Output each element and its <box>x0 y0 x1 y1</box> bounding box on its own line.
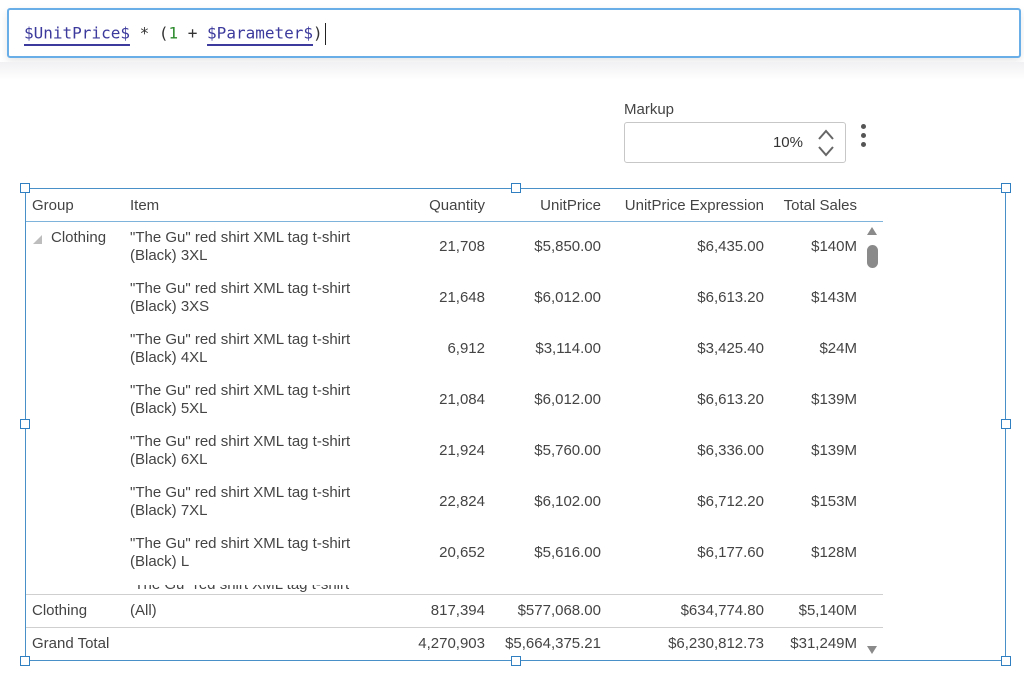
cell-expression: $6,336.00 <box>697 442 764 459</box>
formula-operator: * ( <box>129 23 169 43</box>
formula-field-parameter: $Parameter$ <box>207 23 314 43</box>
formula-editor[interactable]: $UnitPrice$ * (1 + $Parameter$) <box>7 8 1021 58</box>
cell-expression: $3,425.40 <box>697 340 764 357</box>
subtotal-quantity: 817,394 <box>430 602 485 619</box>
cell-unitprice: $6,012.00 <box>534 391 601 408</box>
resize-handle-bottom[interactable] <box>511 656 521 666</box>
formula-field-unitprice: $UnitPrice$ <box>24 23 130 43</box>
cell-item: "The Gu" red shirt XML tag t-shirt (Blac… <box>130 484 351 519</box>
grand-total-total-sales: $31,249M <box>790 635 857 652</box>
cell-item: "The Gu" red shirt XML tag t-shirt (Blac… <box>130 331 351 366</box>
cell-unitprice: $6,012.00 <box>534 289 601 306</box>
cell-unitprice: $5,760.00 <box>534 442 601 459</box>
cell-item: "The Gu" red shirt XML tag t-shirt (Blac… <box>130 280 351 315</box>
cell-item: "The Gu" red shirt XML tag t-shirt (Blac… <box>130 382 351 417</box>
scrollbar-thumb[interactable] <box>867 245 878 268</box>
grand-total-label: Grand Total <box>32 635 110 652</box>
formula-number: 1 <box>168 23 179 43</box>
column-header-unitprice[interactable]: UnitPrice <box>540 197 601 214</box>
cell-unitprice: $6,102.00 <box>534 493 601 510</box>
subtotal-expression: $634,774.80 <box>680 602 764 619</box>
column-header-total-sales[interactable]: Total Sales <box>784 197 857 214</box>
cell-quantity: 21,648 <box>439 289 485 306</box>
cell-total-sales: $24M <box>819 340 857 357</box>
markup-label: Markup <box>624 101 675 118</box>
cell-quantity: 20,652 <box>439 544 485 561</box>
column-header-quantity[interactable]: Quantity <box>429 197 485 214</box>
subtotal-unitprice: $577,068.00 <box>517 602 601 619</box>
formula-operator: + <box>178 23 208 43</box>
group-label: Clothing <box>51 229 107 246</box>
subtotal-group: Clothing <box>32 602 88 619</box>
cell-unitprice: $5,616.00 <box>534 544 601 561</box>
resize-handle-top-left[interactable] <box>20 183 30 193</box>
cell-total-sales: $128M <box>811 544 857 561</box>
header-divider <box>26 221 883 222</box>
cell-total-sales: $143M <box>811 289 857 306</box>
cell-quantity: 21,924 <box>439 442 485 459</box>
cell-quantity: 21,708 <box>439 238 485 255</box>
grand-total-unitprice: $5,664,375.21 <box>505 635 601 652</box>
cell-total-sales: $153M <box>811 493 857 510</box>
markup-value: 10% <box>772 134 803 151</box>
resize-handle-right[interactable] <box>1001 419 1011 429</box>
divider-band <box>0 62 1024 80</box>
resize-handle-top[interactable] <box>511 183 521 193</box>
cell-expression: $6,613.20 <box>697 289 764 306</box>
formula-close-paren: ) <box>313 23 323 43</box>
grand-total-divider <box>26 627 883 628</box>
cell-expression: $6,177.60 <box>697 544 764 561</box>
collapse-triangle-icon[interactable] <box>33 235 42 244</box>
resize-handle-bottom-left[interactable] <box>20 656 30 666</box>
grand-total-expression: $6,230,812.73 <box>668 635 764 652</box>
cell-expression: $6,613.20 <box>697 391 764 408</box>
markup-stepper[interactable]: 10% <box>624 122 846 163</box>
subtotal-divider <box>26 594 883 595</box>
cell-quantity: 21,084 <box>439 391 485 408</box>
resize-handle-top-right[interactable] <box>1001 183 1011 193</box>
cell-item: "The Gu" red shirt XML tag t-shirt (Blac… <box>130 433 351 468</box>
cell-quantity: 22,824 <box>439 493 485 510</box>
cell-unitprice: $5,850.00 <box>534 238 601 255</box>
formula-text[interactable]: $UnitPrice$ * (1 + $Parameter$) <box>24 23 326 45</box>
chevron-down-icon[interactable] <box>817 144 835 158</box>
column-header-item[interactable]: Item <box>130 197 159 214</box>
column-header-group[interactable]: Group <box>32 197 74 214</box>
cell-item-partial: "The Gu" red shirt XML tag t-shirt <box>129 585 389 593</box>
scroll-up-arrow-icon[interactable] <box>866 226 878 236</box>
subtotal-total-sales: $5,140M <box>798 602 857 619</box>
cell-expression: $6,435.00 <box>697 238 764 255</box>
resize-handle-bottom-right[interactable] <box>1001 656 1011 666</box>
resize-handle-left[interactable] <box>20 419 30 429</box>
text-caret <box>324 23 326 45</box>
cell-item: "The Gu" red shirt XML tag t-shirt (Blac… <box>130 535 351 570</box>
chevron-up-icon[interactable] <box>817 128 835 142</box>
more-options-icon[interactable] <box>857 124 869 152</box>
column-header-unitprice-expression[interactable]: UnitPrice Expression <box>625 197 764 214</box>
cell-unitprice: $3,114.00 <box>535 340 601 357</box>
grand-total-quantity: 4,270,903 <box>418 635 485 652</box>
cell-total-sales: $139M <box>811 442 857 459</box>
cell-total-sales: $140M <box>811 238 857 255</box>
cell-total-sales: $139M <box>811 391 857 408</box>
cell-expression: $6,712.20 <box>697 493 764 510</box>
scroll-down-arrow-icon[interactable] <box>866 645 878 655</box>
cell-item: "The Gu" red shirt XML tag t-shirt (Blac… <box>130 229 351 264</box>
cell-quantity: 6,912 <box>447 340 485 357</box>
subtotal-item: (All) <box>130 602 157 619</box>
